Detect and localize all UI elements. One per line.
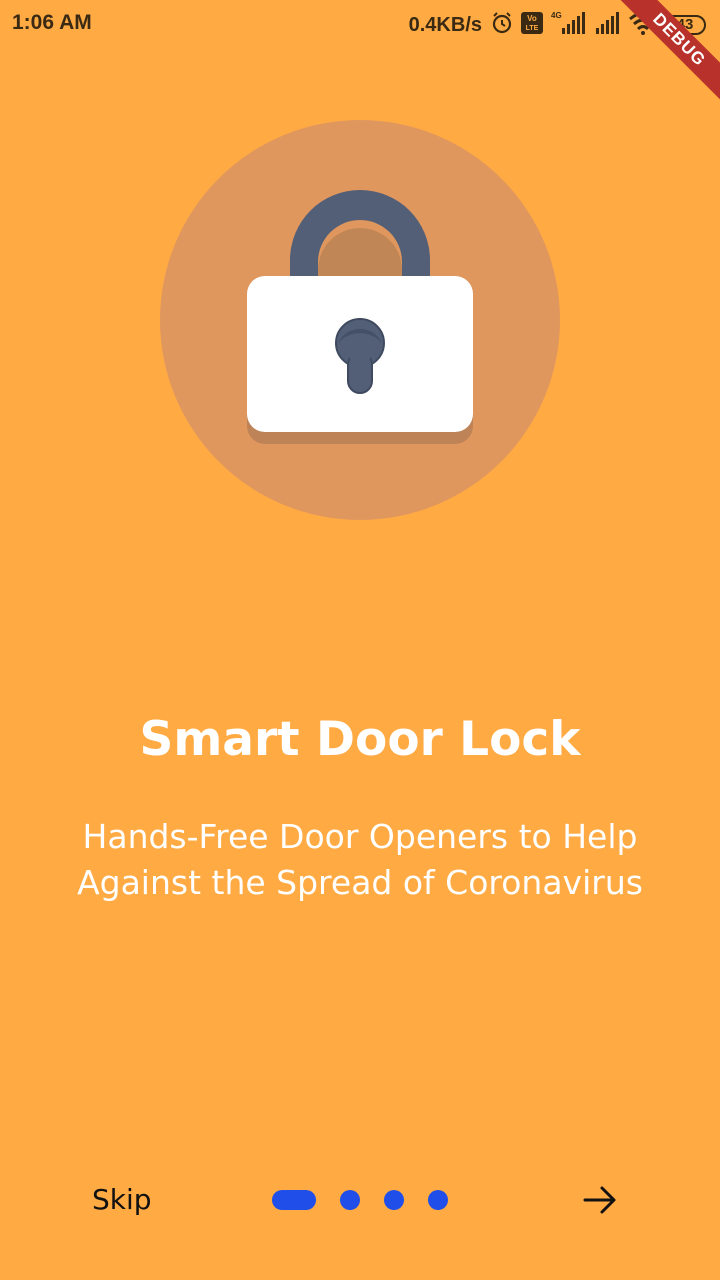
network-speed: 0.4KB/s — [408, 13, 482, 36]
padlock-illustration — [160, 120, 560, 520]
subtitle-line-2: Against the Spread of Coronavirus — [77, 863, 643, 902]
subtitle-line-1: Hands-Free Door Openers to Help — [82, 817, 638, 856]
page-indicator — [272, 1190, 448, 1210]
page-title: Smart Door Lock — [139, 712, 581, 767]
page-subtitle: Hands-Free Door Openers to Help Against … — [40, 814, 680, 906]
status-time: 1:06 AM — [12, 11, 92, 34]
svg-text:LTE: LTE — [526, 25, 539, 32]
next-button[interactable] — [582, 1182, 618, 1218]
page-dot-active[interactable] — [272, 1190, 316, 1210]
page-dot[interactable] — [384, 1190, 404, 1210]
padlock-icon — [160, 120, 560, 520]
page-dot[interactable] — [428, 1190, 448, 1210]
svg-text:Vo: Vo — [527, 14, 537, 23]
alarm-icon — [490, 11, 514, 39]
volte-icon: Vo LTE — [520, 11, 544, 39]
debug-label: DEBUG — [616, 0, 720, 103]
debug-banner: DEBUG — [600, 0, 720, 120]
signal-icon: 4G — [550, 10, 588, 40]
arrow-right-icon — [583, 1186, 616, 1214]
onboarding-footer: Skip — [0, 1170, 720, 1230]
network-type-label: 4G — [551, 11, 562, 20]
page-dot[interactable] — [340, 1190, 360, 1210]
skip-button[interactable]: Skip — [92, 1183, 152, 1216]
